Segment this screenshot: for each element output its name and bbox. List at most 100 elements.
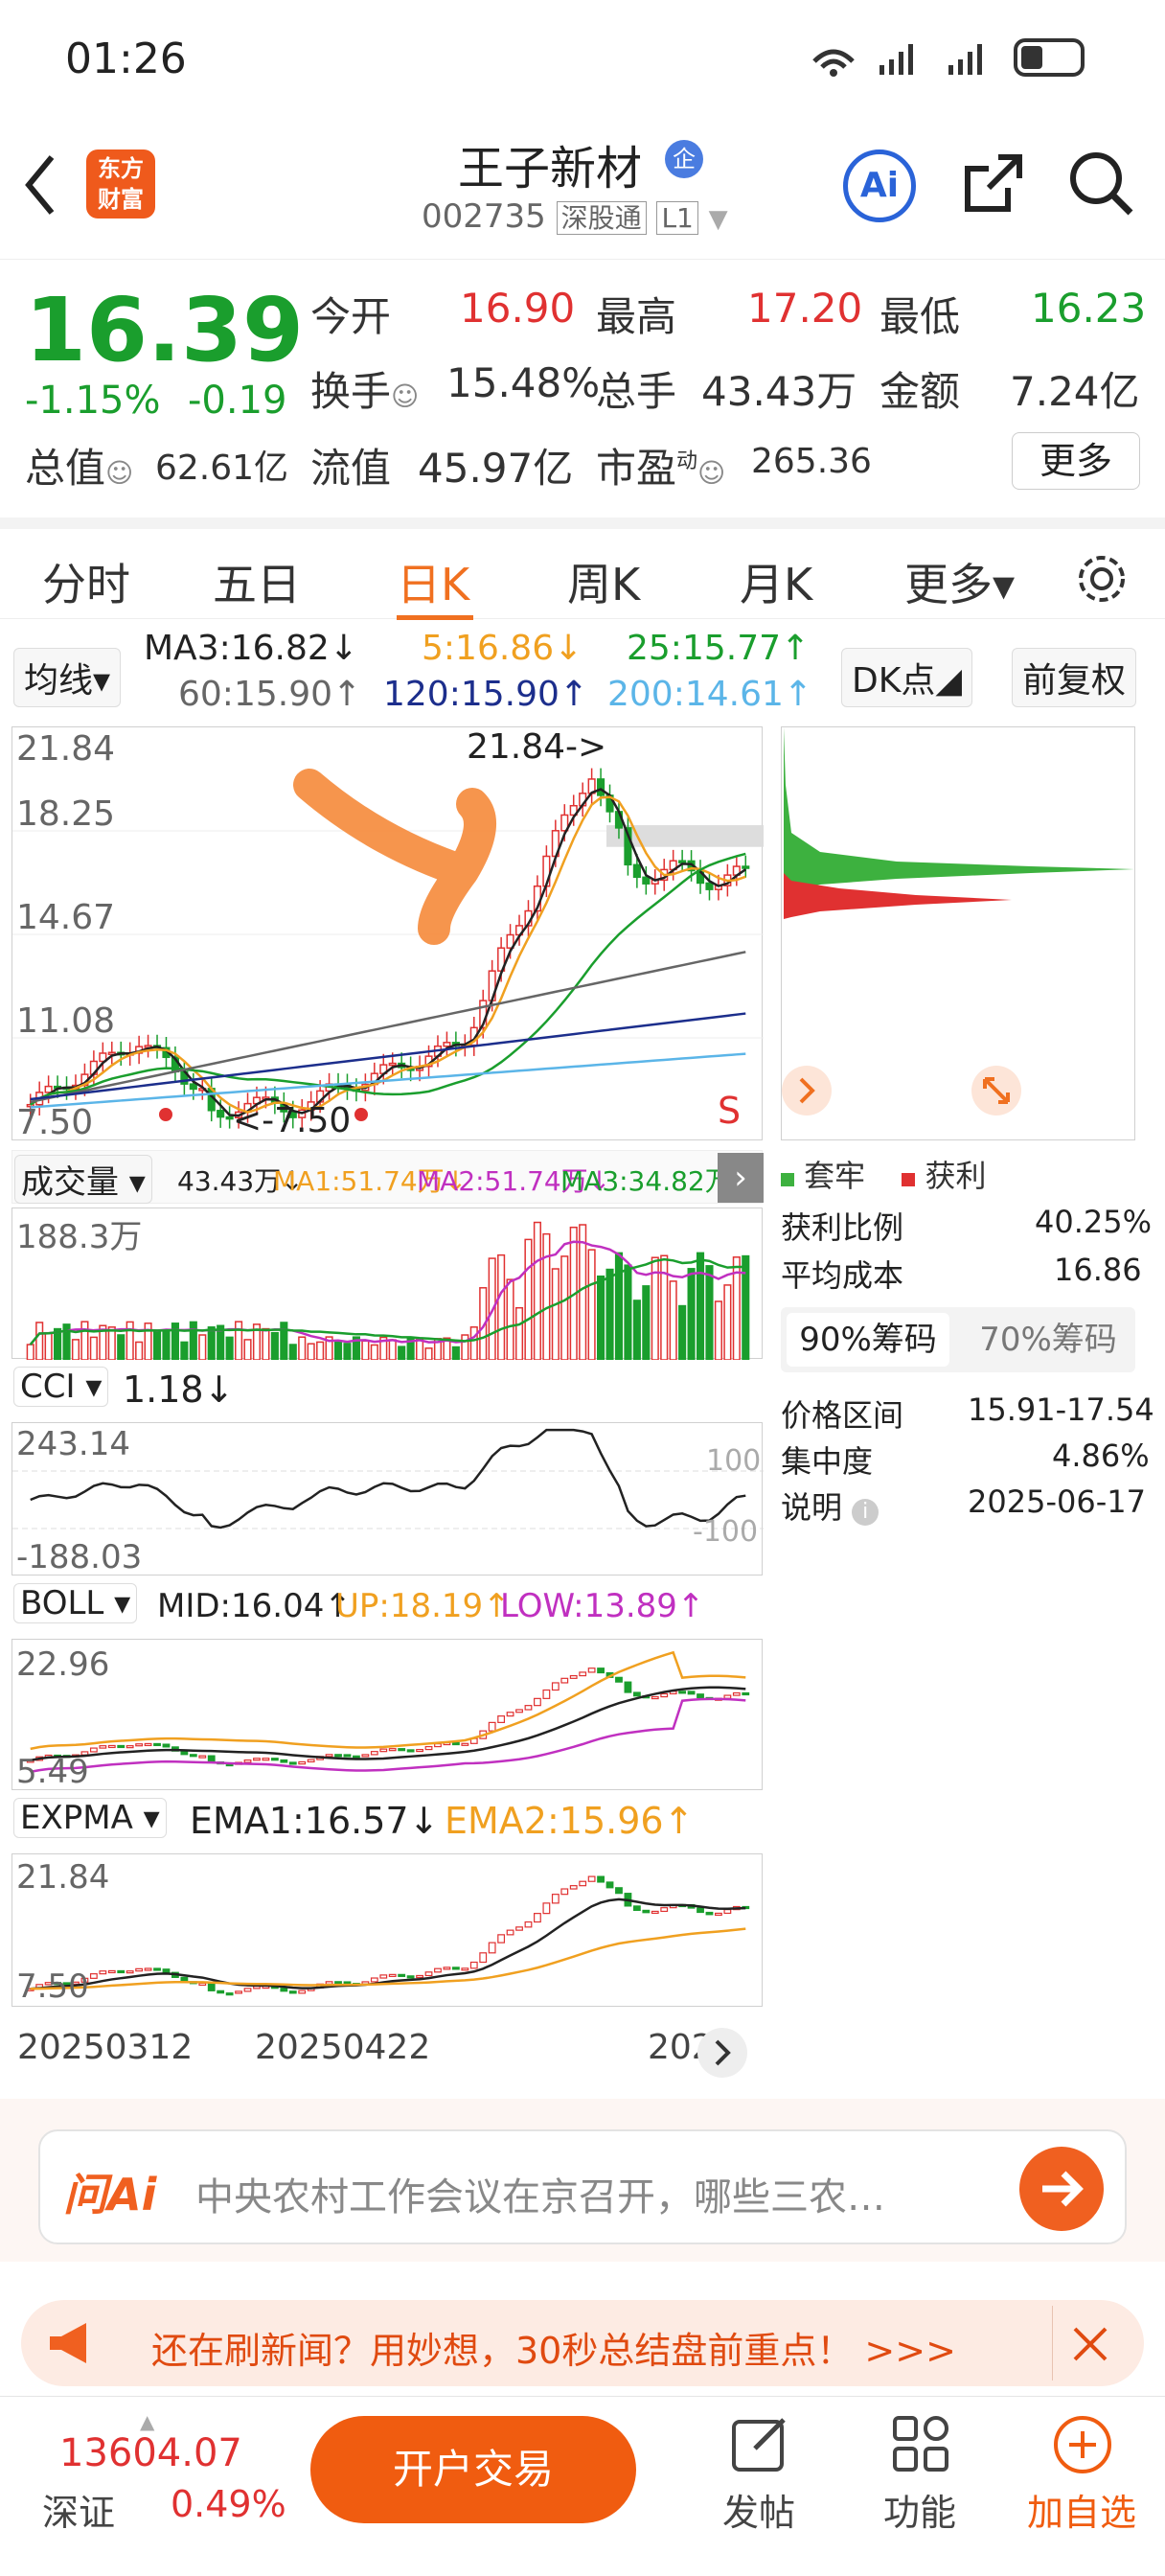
tab-intraday[interactable]: 分时 [42,550,130,613]
function-label[interactable]: 功能 [883,2483,956,2536]
add-watchlist-label[interactable]: 加自选 [1027,2483,1136,2536]
tab-five-day[interactable]: 五日 [213,550,301,613]
candle-body [44,1085,53,1093]
avg-cost-label: 平均成本 [781,1257,904,1294]
mcap-value: 62.61亿 [155,448,289,488]
boll-candle [288,1761,297,1765]
cci-line [30,1428,746,1530]
settings-gear-icon[interactable] [1073,550,1131,608]
market-tag: 深股通 [556,201,647,235]
tab-more[interactable]: 更多▾ [904,550,1015,613]
expma-candle [162,1968,171,1973]
volume-selector[interactable]: 成交量 ▾ [14,1155,152,1204]
boll-candle [253,1758,261,1761]
volume-bar [89,1336,98,1361]
boll-candle [424,1745,433,1751]
kline-chart [12,768,764,1129]
kline-panel[interactable]: 21.84 18.25 14.67 11.08 7.50 21.84-> <-7… [11,726,764,1142]
indicator-next-button[interactable]: › [718,1153,764,1203]
expma-candle [207,1982,216,1991]
open-account-trade-button[interactable]: 开户交易 [310,2416,636,2523]
high-value: 17.20 [747,285,863,332]
more-button[interactable]: 更多 [1012,432,1140,490]
volume-bar [71,1339,80,1361]
expma-candle [461,1967,469,1971]
close-icon[interactable] [1069,2323,1111,2365]
banner-text: 还在刷新闻？用妙想，30秒总结盘前重点！ >>> [151,2330,956,2372]
adjust-selector[interactable]: 前复权 [1012,648,1137,707]
volume-bar [198,1334,207,1361]
share-icon[interactable] [960,150,1027,217]
note-label[interactable]: 说明 i [781,1484,879,1528]
post-label[interactable]: 发帖 [722,2483,795,2536]
expma-candle [715,1912,722,1917]
info-icon[interactable]: i [852,1499,879,1526]
y-label-3: 14.67 [16,898,116,937]
index-value[interactable]: 13604.07 [59,2431,242,2475]
volume-bar [579,1224,587,1361]
collapse-up-icon[interactable]: ▲ [140,2410,154,2433]
ma-selector[interactable]: 均线▾ [13,648,122,707]
concentration-value: 4.86% [1052,1438,1150,1474]
boll-candle [153,1742,161,1747]
date-label-2: 20250422 [255,2028,431,2067]
boll-candle [597,1668,605,1674]
boll-candle [270,1758,279,1761]
expma-panel[interactable]: 21.84 7.50 [11,1853,763,2007]
volume-bar [288,1344,297,1361]
index-name[interactable]: 深证 [42,2483,115,2536]
low-label: 最低 [879,293,961,340]
cci-selector[interactable]: CCI ▾ [13,1367,109,1407]
expma-candle [280,1988,288,1992]
search-icon[interactable] [1067,150,1136,218]
expma-candle [370,1977,378,1983]
dropdown-icon[interactable]: ▼ [709,205,728,234]
boll-selector[interactable]: BOLL ▾ [13,1583,138,1623]
annotation-arrow [293,769,496,945]
tab-daily-k[interactable]: 日K [397,550,469,613]
expma-candle [107,1969,116,1974]
volume-bar [152,1329,162,1361]
boll-candle [488,1721,496,1732]
scroll-right-icon[interactable] [696,2026,749,2080]
dk-point-toggle[interactable]: DK点◢ [841,648,973,707]
megaphone-icon [50,2323,86,2363]
back-icon[interactable] [21,151,59,218]
ai-submit-arrow-icon[interactable] [1017,2145,1106,2233]
ai-button[interactable]: Ai [843,150,916,222]
volume-bar [316,1341,325,1361]
expma-candle [126,1970,134,1974]
tab-chip-90[interactable]: 90%筹码 [787,1313,949,1367]
volume-bar [26,1344,34,1361]
volume-panel[interactable]: 188.3万 [11,1208,763,1361]
nav-right-icon[interactable] [778,1062,835,1119]
promo-banner[interactable]: 还在刷新闻？用妙想，30秒总结盘前重点！ >>> [21,2300,1144,2386]
cci-panel[interactable]: 243.14 -188.03 100 -100 [11,1422,764,1576]
post-edit-icon[interactable] [730,2414,791,2475]
boll-candle [687,1690,696,1695]
ema2-line [30,1927,746,1990]
boll-panel[interactable]: 22.96 5.49 [11,1639,763,1791]
boll-candle [398,1748,406,1752]
expand-icon[interactable] [968,1062,1025,1119]
tab-monthly-k[interactable]: 月K [740,550,812,613]
boll-ymin: 5.49 [16,1753,89,1791]
boll-candle [117,1744,126,1749]
index-pct[interactable]: 0.49% [171,2483,286,2525]
expma-candle [524,1920,533,1928]
tab-weekly-k[interactable]: 周K [567,550,640,613]
tab-chip-70[interactable]: 70%筹码 [967,1313,1130,1367]
ai-ask-input[interactable]: 问Ai 中央农村工作会议在京召开，哪些三农… [38,2129,1127,2244]
boll-candle [560,1677,569,1684]
expma-candle [225,1992,234,1996]
boll-candle [370,1751,378,1756]
volume-bar [180,1341,189,1361]
y-label-4: 11.08 [16,1001,116,1041]
boll-low: LOW:13.89↑ [500,1587,705,1625]
function-grid-icon[interactable] [891,2414,952,2475]
add-watchlist-plus-icon[interactable] [1052,2414,1113,2475]
boll-candle [198,1755,207,1759]
volume-bar [298,1336,307,1361]
expma-selector[interactable]: EXPMA ▾ [13,1798,167,1838]
candle-body [678,860,687,863]
